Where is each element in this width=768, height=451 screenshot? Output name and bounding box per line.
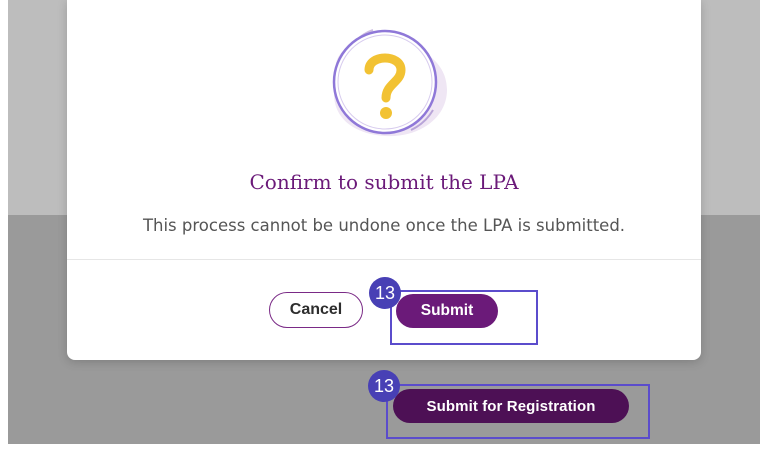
cancel-button[interactable]: Cancel <box>269 292 363 328</box>
dialog-title: Confirm to submit the LPA <box>249 170 519 194</box>
step-badge-submit: 13 <box>369 277 401 309</box>
dialog-message: This process cannot be undone once the L… <box>142 216 626 235</box>
submit-highlight-box <box>390 290 538 345</box>
step-badge-submit-for-registration: 13 <box>368 370 400 402</box>
question-icon <box>332 29 447 137</box>
submit-for-registration-highlight-box <box>386 384 650 439</box>
dialog-divider <box>67 259 701 260</box>
